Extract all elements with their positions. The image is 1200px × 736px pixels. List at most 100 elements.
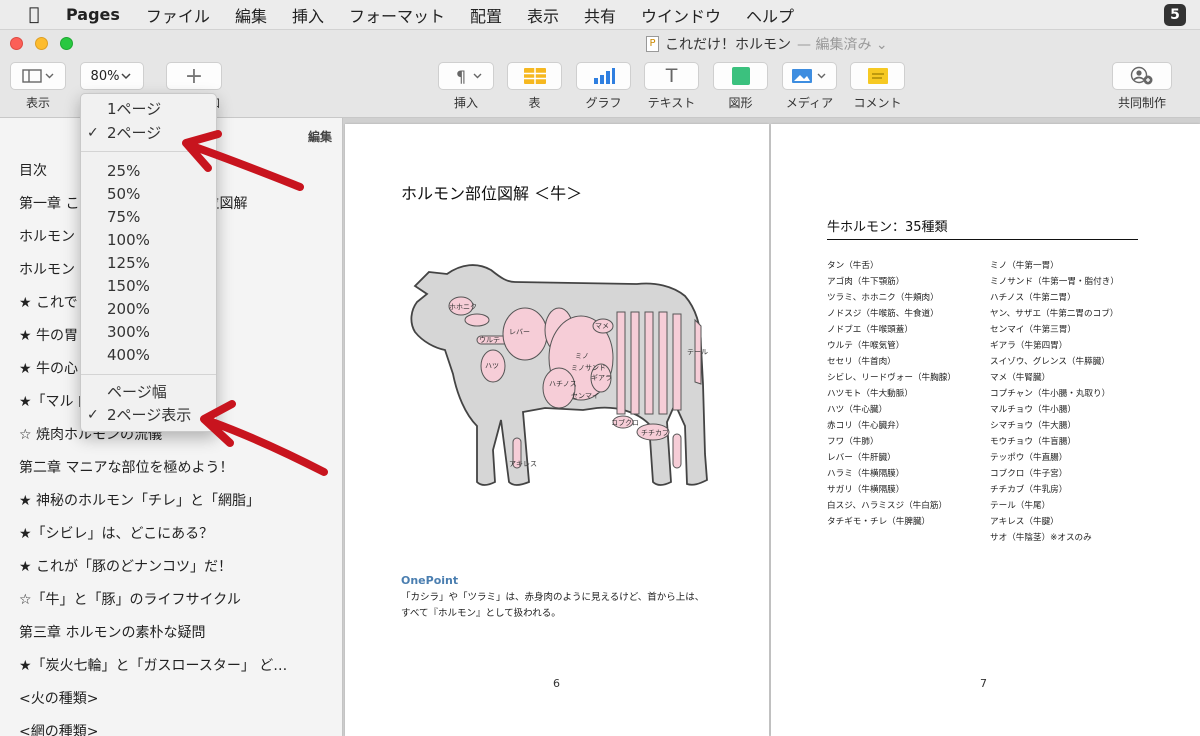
- list-item: コブクロ（牛子宮）: [990, 469, 1068, 479]
- page-number: 7: [980, 677, 987, 690]
- media-label: メディア: [785, 96, 834, 110]
- menu-format[interactable]: フォーマット: [349, 3, 445, 27]
- collaborate-button[interactable]: [1112, 62, 1172, 90]
- menu-item-two-page-spread[interactable]: ✓ 2ページ表示: [81, 404, 216, 426]
- label-urute: ウルテ: [479, 336, 500, 344]
- list-item: シビレ、リードヴォー（牛胸腺）: [827, 373, 956, 383]
- add-page-button[interactable]: +: [166, 62, 222, 90]
- add-person-icon: [1130, 66, 1153, 85]
- menu-item-zoom-200[interactable]: 200%: [81, 298, 216, 320]
- view-button[interactable]: [10, 62, 66, 90]
- list-item: シマチョウ（牛大腸）: [990, 421, 1076, 431]
- hormone-list-col1: タン（牛舌） アゴ肉（牛下顎筋） ツラミ、ホホニク（牛頬肉） ノドスジ（牛喉筋、…: [827, 258, 956, 530]
- label-mino-sand: ミノサンド: [571, 364, 606, 372]
- list-item: 白スジ、ハラミスジ（牛白筋）: [827, 501, 948, 511]
- text-button[interactable]: T: [644, 62, 699, 90]
- menu-item-label: 100%: [107, 231, 150, 249]
- menu-window[interactable]: ウインドウ: [641, 3, 721, 27]
- menu-share[interactable]: 共有: [584, 3, 616, 27]
- window-titlebar: P これだけ！ホルモン — 編集済み ⌄: [0, 30, 1200, 58]
- menu-arrange[interactable]: 配置: [470, 3, 502, 27]
- menu-item-zoom-100[interactable]: 100%: [81, 229, 216, 251]
- list-item: センマイ（牛第三胃）: [990, 325, 1076, 335]
- menu-item-zoom-50[interactable]: 50%: [81, 183, 216, 205]
- edited-status: — 編集済み ⌄: [797, 37, 888, 53]
- list-item: ミノ（牛第一胃）: [990, 261, 1059, 271]
- label-giara: ギアラ: [591, 374, 612, 382]
- menu-item-zoom-125[interactable]: 125%: [81, 252, 216, 274]
- onepoint-body: 「カシラ」や「ツラミ」は、赤身肉のように見えるけど、首から上は、 すべて『ホルモ…: [401, 590, 731, 622]
- insert-button[interactable]: ¶: [438, 62, 494, 90]
- shape-button[interactable]: [713, 62, 768, 90]
- comment-button[interactable]: [850, 62, 905, 90]
- organ-tendon-hind: [672, 433, 682, 469]
- menu-help[interactable]: ヘルプ: [746, 3, 794, 27]
- page-left[interactable]: ホルモン部位図解 ＜牛＞ ミノ レバー ハツ マメ チチカブ ハチノス センマイ…: [345, 124, 769, 736]
- menu-item-fit-width[interactable]: ページ幅: [81, 381, 216, 403]
- app-menu[interactable]: Pages: [66, 5, 120, 24]
- menu-item-label: 200%: [107, 300, 150, 318]
- list-item: サオ（牛陰茎）※オスのみ: [990, 533, 1092, 543]
- page-right[interactable]: 牛ホルモン：35種類 タン（牛舌） アゴ肉（牛下顎筋） ツラミ、ホホニク（牛頬肉…: [771, 124, 1200, 736]
- toc-item[interactable]: ★ 神秘のホルモン「チレ」と「網脂」: [19, 488, 339, 521]
- toc-item[interactable]: 第三章 ホルモンの素朴な疑問: [19, 620, 339, 653]
- insert-label: 挿入: [453, 96, 478, 110]
- menu-item-label: 150%: [107, 277, 150, 295]
- zoom-window-button[interactable]: [60, 37, 73, 50]
- menu-edit[interactable]: 編集: [235, 3, 267, 27]
- page-number: 6: [553, 677, 560, 690]
- comment-label: コメント: [853, 96, 902, 110]
- toc-item[interactable]: ★「炭火七輪」と「ガスロースター」 ど…: [19, 653, 339, 686]
- label-mino: ミノ: [575, 352, 589, 360]
- document-title[interactable]: P これだけ！ホルモン — 編集済み ⌄: [646, 34, 888, 54]
- list-item: サガリ（牛横隔膜）: [827, 485, 905, 495]
- toc-item[interactable]: ★「シビレ」は、どこにある？: [19, 521, 339, 554]
- toc-item[interactable]: <火の種類>: [19, 686, 339, 719]
- list-item: マルチョウ（牛小腸）: [990, 405, 1076, 415]
- edit-toc-button[interactable]: 編集: [308, 128, 332, 145]
- menu-item-label: 50%: [107, 185, 141, 203]
- table-icon: [523, 68, 546, 84]
- media-button[interactable]: [782, 62, 837, 90]
- document-name: これだけ！ホルモン: [665, 37, 791, 53]
- menu-insert[interactable]: 挿入: [292, 3, 324, 27]
- menu-file[interactable]: ファイル: [146, 3, 210, 27]
- menu-item-zoom-75[interactable]: 75%: [81, 206, 216, 228]
- view-label: 表示: [25, 96, 50, 110]
- cow-diagram: ミノ レバー ハツ マメ チチカブ ハチノス センマイ ギアラ コブクロ ミノサ…: [410, 264, 708, 486]
- toc-item[interactable]: ☆「牛」と「豚」のライフサイクル: [19, 587, 339, 620]
- zoom-button[interactable]: 80%: [80, 62, 144, 90]
- menu-view[interactable]: 表示: [527, 3, 559, 27]
- toc-item[interactable]: <網の種類>: [19, 719, 339, 736]
- svg-text:¶: ¶: [456, 68, 466, 84]
- minimize-button[interactable]: [35, 37, 48, 50]
- table-button[interactable]: [507, 62, 562, 90]
- toc-item[interactable]: ★ これが「豚のどナンコツ」だ！: [19, 554, 339, 587]
- list-item: ハツモト（牛大動脈）: [827, 389, 913, 399]
- document-canvas[interactable]: ホルモン部位図解 ＜牛＞ ミノ レバー ハツ マメ チチカブ ハチノス センマイ…: [343, 118, 1200, 736]
- toc-item[interactable]: 第二章 マニアな部位を極めよう！: [19, 455, 339, 488]
- menu-item-zoom-150[interactable]: 150%: [81, 275, 216, 297]
- chart-button[interactable]: [576, 62, 631, 90]
- list-item: タン（牛舌）: [827, 261, 879, 271]
- menu-item-zoom-25[interactable]: 25%: [81, 160, 216, 182]
- list-item: ハチノス（牛第二胃）: [990, 293, 1076, 303]
- status-badge[interactable]: 5: [1164, 4, 1186, 26]
- chart-icon: [593, 68, 615, 84]
- list-item: ウルテ（牛喉気管）: [827, 341, 905, 351]
- menu-item-label: 1ページ: [107, 100, 162, 118]
- close-button[interactable]: [10, 37, 23, 50]
- apple-icon[interactable]: : [22, 4, 46, 25]
- menu-item-one-page[interactable]: 1ページ: [81, 98, 216, 120]
- comment-icon: [867, 68, 888, 84]
- list-item: テール（牛尾）: [990, 501, 1051, 511]
- menu-item-label: 2ページ表示: [107, 406, 192, 424]
- menubar:  Pages ファイル 編集 挿入 フォーマット 配置 表示 共有 ウインドウ…: [0, 0, 1200, 30]
- menu-item-zoom-400[interactable]: 400%: [81, 344, 216, 366]
- menu-item-zoom-300[interactable]: 300%: [81, 321, 216, 343]
- page-heading: ホルモン部位図解 ＜牛＞: [401, 184, 583, 203]
- menu-item-two-pages[interactable]: ✓ 2ページ: [81, 122, 216, 144]
- list-item: ミノサンド（牛第一胃・脂付き）: [990, 277, 1119, 287]
- label-achilles: アキレス: [509, 460, 537, 468]
- label-chichikabu: チチカブ: [641, 428, 669, 437]
